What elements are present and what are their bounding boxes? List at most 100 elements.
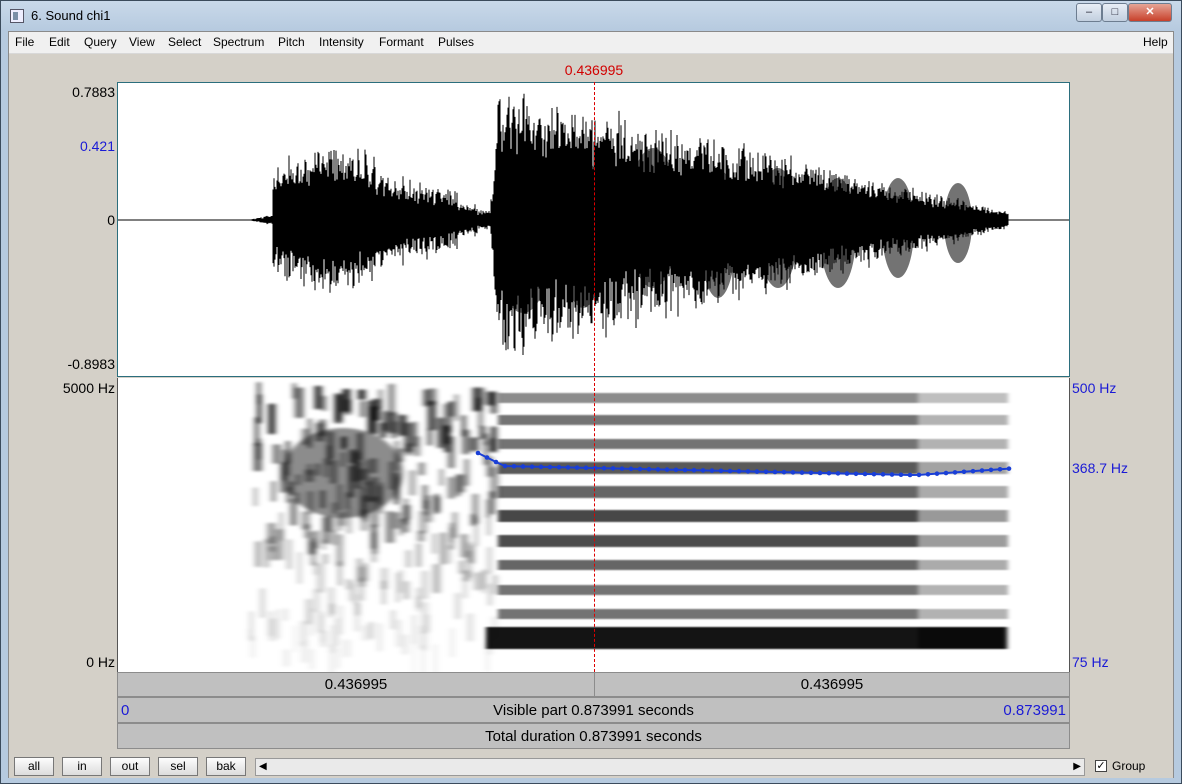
total-duration-bar[interactable]: Total duration 0.873991 seconds	[117, 723, 1070, 749]
noise-patch	[286, 539, 293, 570]
noise-patch	[253, 487, 258, 507]
editor-client-area: File Edit Query View Select Spectrum Pit…	[8, 31, 1174, 778]
minimize-button[interactable]: –	[1076, 3, 1102, 22]
group-checkbox[interactable]: ✓	[1095, 760, 1107, 772]
waveform-envelope-blob	[758, 168, 798, 288]
noise-patch	[423, 500, 429, 516]
noise-patch	[492, 575, 498, 595]
pitch-point	[520, 464, 526, 469]
harmonic-band-tail	[918, 415, 1008, 425]
noise-patch	[457, 474, 465, 493]
zoom-selection-button[interactable]: sel	[158, 757, 198, 776]
noise-patch	[473, 572, 482, 591]
harmonic-band-tail	[918, 510, 1008, 522]
menu-pitch[interactable]: Pitch	[278, 35, 305, 49]
noise-patch	[385, 511, 395, 543]
close-button[interactable]: ✕	[1128, 3, 1172, 22]
app-icon	[10, 9, 24, 23]
menu-help[interactable]: Help	[1143, 35, 1168, 49]
noise-patch	[361, 625, 370, 641]
noise-patch	[380, 567, 389, 590]
pitch-point	[916, 472, 922, 478]
pitch-point	[772, 469, 778, 475]
noise-energy-peak	[283, 428, 403, 518]
noise-patch	[490, 426, 498, 453]
noise-patch	[427, 428, 433, 446]
noise-patch	[337, 561, 342, 586]
noise-patch	[343, 399, 352, 415]
noise-patch	[408, 470, 416, 496]
harmonic-band-tail	[918, 627, 1008, 649]
visible-part-bar[interactable]: 0 Visible part 0.873991 seconds 0.873991	[117, 697, 1070, 723]
maximize-button[interactable]: □	[1102, 3, 1128, 22]
pitch-point	[898, 472, 904, 478]
noise-patch	[472, 387, 482, 412]
noise-patch	[439, 469, 444, 486]
waveform-zero-label: 0	[107, 212, 115, 228]
noise-patch	[481, 569, 487, 589]
noise-patch	[400, 504, 409, 522]
pitch-point	[484, 455, 490, 460]
total-duration-label: Total duration 0.873991 seconds	[485, 728, 702, 745]
time-scrollbar[interactable]: ◀ ▶	[255, 758, 1085, 776]
segment-left-duration[interactable]: 0.436995	[118, 676, 594, 693]
noise-patch	[259, 588, 266, 618]
menu-query[interactable]: Query	[84, 35, 117, 49]
visible-part-label: Visible part 0.873991 seconds	[493, 702, 694, 719]
waveform-envelope-blob	[882, 178, 914, 278]
menu-select[interactable]: Select	[168, 35, 201, 49]
noise-patch	[411, 644, 416, 675]
pitch-point	[556, 464, 562, 470]
menu-pulses[interactable]: Pulses	[438, 35, 474, 49]
noise-patch	[335, 395, 342, 421]
noise-patch	[275, 529, 284, 560]
noise-patch	[292, 625, 297, 653]
pitch-point	[736, 468, 742, 474]
menu-spectrum[interactable]: Spectrum	[213, 35, 264, 49]
harmonic-band	[498, 609, 918, 619]
pitch-point	[763, 469, 769, 475]
noise-patch	[378, 389, 383, 410]
scroll-right-arrow-icon[interactable]: ▶	[1073, 761, 1081, 772]
zoom-out-button[interactable]: out	[110, 757, 150, 776]
zoom-back-button[interactable]: bak	[206, 757, 246, 776]
noise-patch	[327, 587, 335, 618]
noise-patch	[399, 519, 404, 536]
waveform-ymin-label: -0.8983	[67, 356, 115, 372]
window-title: 6. Sound chi1	[31, 8, 111, 23]
pitch-point	[988, 467, 994, 473]
noise-patch	[462, 577, 468, 599]
noise-patch	[305, 599, 313, 625]
menu-intensity[interactable]: Intensity	[319, 35, 364, 49]
pitch-point	[889, 472, 895, 477]
noise-patch	[415, 596, 422, 612]
noise-patch	[282, 649, 290, 667]
noise-patch	[388, 383, 395, 415]
noise-patch	[268, 403, 276, 435]
noise-patch	[474, 516, 478, 546]
menu-file[interactable]: File	[15, 35, 34, 49]
segment-right-duration[interactable]: 0.436995	[595, 676, 1069, 693]
menu-view[interactable]: View	[129, 35, 155, 49]
harmonic-band	[498, 486, 918, 498]
pitch-point	[745, 469, 751, 474]
zoom-all-button[interactable]: all	[14, 757, 54, 776]
harmonic-band	[498, 585, 918, 595]
waveform-trace	[248, 93, 1009, 355]
pitch-point	[943, 470, 949, 476]
noise-patch	[361, 563, 369, 582]
pitch-point	[682, 467, 688, 473]
noise-patch	[454, 593, 461, 620]
sound-editor-plot[interactable]: 0.436995 0.7883 0.421 0 -0.8983 5000 Hz …	[9, 54, 1173, 754]
menu-formant[interactable]: Formant	[379, 35, 424, 49]
zoom-in-button[interactable]: in	[62, 757, 102, 776]
scroll-left-arrow-icon[interactable]: ◀	[259, 761, 267, 772]
noise-patch	[320, 614, 324, 643]
noise-patch	[348, 580, 354, 602]
noise-patch	[297, 552, 302, 584]
noise-patch	[339, 605, 343, 635]
noise-patch	[294, 387, 304, 418]
menu-edit[interactable]: Edit	[49, 35, 70, 49]
pitch-point	[979, 468, 985, 473]
selection-segment-bar[interactable]: 0.436995 0.436995	[117, 672, 1070, 697]
